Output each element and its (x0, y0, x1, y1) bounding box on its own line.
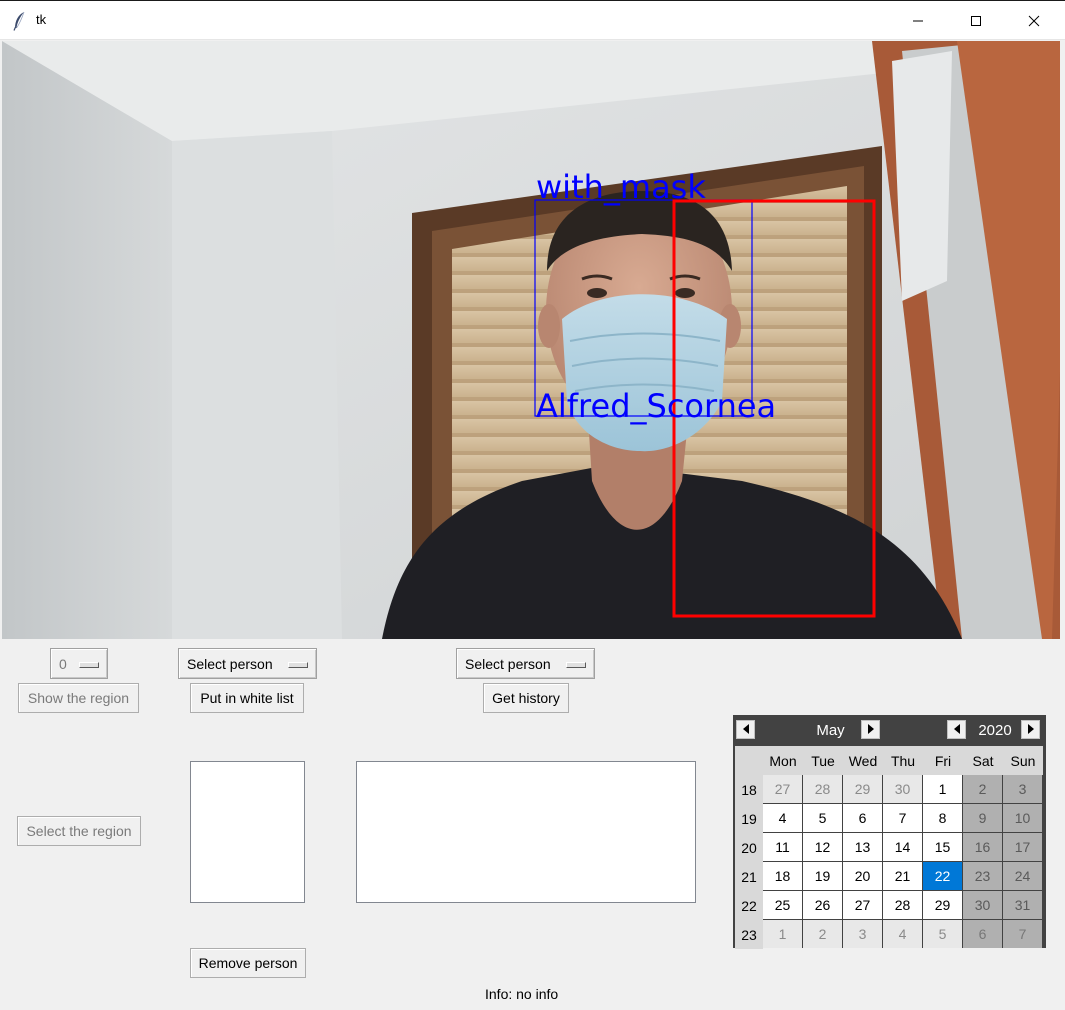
person-select-history[interactable]: Select person (456, 648, 595, 679)
calendar-day[interactable]: 26 (803, 891, 842, 919)
calendar-day[interactable]: 24 (1003, 862, 1042, 890)
calendar-day[interactable]: 4 (763, 804, 802, 832)
calendar-day[interactable]: 16 (963, 833, 1002, 861)
calendar-day[interactable]: 1 (923, 775, 962, 803)
calendar-day[interactable]: 7 (883, 804, 922, 832)
calendar-day[interactable]: 6 (843, 804, 882, 832)
window-title: tk (36, 12, 47, 27)
history-textbox[interactable] (356, 761, 696, 903)
calendar-day[interactable]: 2 (963, 775, 1002, 803)
dropdown-indicator-icon (79, 662, 99, 668)
calendar: May 2020 Mon Tue Wed Thu Fri Sat Sun 18 27 28 29 30… (733, 715, 1046, 949)
camera-select-value: 0 (59, 655, 67, 672)
weekday-header: Sat (963, 746, 1003, 775)
calendar-day[interactable]: 5 (803, 804, 842, 832)
calendar-day[interactable]: 27 (763, 775, 802, 803)
calendar-day[interactable]: 30 (883, 775, 922, 803)
show-region-button[interactable]: Show the region (18, 683, 139, 713)
arrow-left-icon (742, 721, 750, 739)
weekday-header: Mon (763, 746, 803, 775)
calendar-day[interactable]: 28 (883, 891, 922, 919)
next-month-button[interactable] (861, 720, 880, 739)
calendar-year: 2020 (978, 722, 1012, 739)
week-number: 20 (735, 833, 763, 862)
calendar-day[interactable]: 31 (1003, 891, 1042, 919)
calendar-day[interactable]: 9 (963, 804, 1002, 832)
weekday-header: Thu (883, 746, 923, 775)
calendar-day[interactable]: 28 (803, 775, 842, 803)
calendar-day[interactable]: 18 (763, 862, 802, 890)
week-number: 21 (735, 862, 763, 891)
calendar-day[interactable]: 3 (843, 920, 882, 948)
week-number: 22 (735, 891, 763, 920)
calendar-day[interactable]: 2 (803, 920, 842, 948)
dropdown-indicator-icon (566, 662, 586, 668)
remove-person-button[interactable]: Remove person (190, 948, 306, 978)
arrow-right-icon (1027, 721, 1035, 739)
feather-icon (12, 11, 28, 31)
dropdown-indicator-icon (288, 662, 308, 668)
info-status: Info: no info (485, 986, 559, 1002)
prev-year-button[interactable] (947, 720, 966, 739)
minimize-button[interactable] (889, 1, 947, 40)
calendar-day[interactable]: 21 (883, 862, 922, 890)
weekday-header: Wed (843, 746, 883, 775)
get-history-button[interactable]: Get history (483, 683, 569, 713)
camera-select[interactable]: 0 (50, 648, 108, 679)
calendar-day[interactable]: 23 (963, 862, 1002, 890)
weekday-header: Fri (923, 746, 963, 775)
close-button[interactable] (1005, 1, 1063, 40)
person-select-value: Select person (465, 655, 551, 672)
calendar-day[interactable]: 13 (843, 833, 882, 861)
calendar-day[interactable]: 17 (1003, 833, 1042, 861)
calendar-day[interactable]: 25 (763, 891, 802, 919)
close-icon (1028, 15, 1040, 27)
calendar-day[interactable]: 8 (923, 804, 962, 832)
calendar-day[interactable]: 5 (923, 920, 962, 948)
calendar-day[interactable]: 10 (1003, 804, 1042, 832)
calendar-day[interactable]: 11 (763, 833, 802, 861)
weekday-header: Tue (803, 746, 843, 775)
prev-month-button[interactable] (736, 720, 755, 739)
camera-frame: with_mask Alfred_Scornea (2, 41, 1060, 639)
next-year-button[interactable] (1021, 720, 1040, 739)
calendar-day[interactable]: 7 (1003, 920, 1042, 948)
calendar-day[interactable]: 29 (843, 775, 882, 803)
maximize-icon (970, 15, 982, 27)
title-bar: tk (0, 0, 1065, 40)
person-select-value: Select person (187, 655, 273, 672)
arrow-left-icon (953, 721, 961, 739)
calendar-day[interactable]: 15 (923, 833, 962, 861)
calendar-day-selected[interactable]: 22 (923, 862, 962, 890)
mask-label: with_mask (536, 168, 706, 206)
week-number: 18 (735, 775, 763, 804)
maximize-button[interactable] (947, 1, 1005, 40)
calendar-day[interactable]: 14 (883, 833, 922, 861)
camera-feed: with_mask Alfred_Scornea (2, 41, 1060, 639)
calendar-day[interactable]: 3 (1003, 775, 1042, 803)
calendar-day[interactable]: 1 (763, 920, 802, 948)
select-region-button[interactable]: Select the region (17, 816, 141, 846)
calendar-day[interactable]: 19 (803, 862, 842, 890)
calendar-day[interactable]: 30 (963, 891, 1002, 919)
person-name-label: Alfred_Scornea (536, 387, 776, 425)
calendar-day[interactable]: 12 (803, 833, 842, 861)
calendar-header: May 2020 (733, 715, 1046, 746)
calendar-corner (735, 746, 763, 775)
week-number: 23 (735, 920, 763, 949)
app-window: tk with_mask Alfred_Scornea 0 Show the r… (0, 0, 1065, 1010)
arrow-right-icon (867, 721, 875, 739)
calendar-day[interactable]: 20 (843, 862, 882, 890)
calendar-day[interactable]: 4 (883, 920, 922, 948)
white-list-listbox[interactable] (190, 761, 305, 903)
calendar-day[interactable]: 6 (963, 920, 1002, 948)
week-number: 19 (735, 804, 763, 833)
white-list-button[interactable]: Put in white list (190, 683, 304, 713)
weekday-header: Sun (1003, 746, 1043, 775)
calendar-day[interactable]: 29 (923, 891, 962, 919)
person-select-whitelist[interactable]: Select person (178, 648, 317, 679)
minimize-icon (912, 15, 924, 27)
calendar-day[interactable]: 27 (843, 891, 882, 919)
